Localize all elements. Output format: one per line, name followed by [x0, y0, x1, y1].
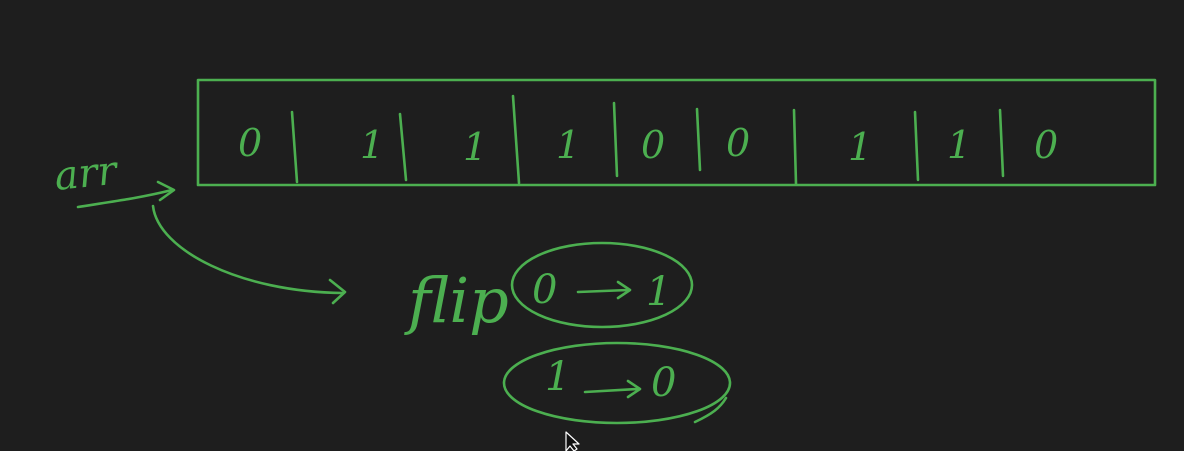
- divider: [998, 108, 1005, 178]
- array-cell-value: 0: [1034, 123, 1058, 167]
- divider: [695, 107, 702, 172]
- array-cell-value: 0: [726, 121, 750, 165]
- mouse-cursor-icon: [565, 431, 580, 451]
- array-label: arr: [52, 147, 121, 200]
- flip-label: flip: [404, 264, 509, 337]
- divider: [612, 101, 619, 178]
- flip-to-value: 1: [646, 269, 671, 315]
- flip-rule-one-to-zero: 1 0: [502, 341, 732, 425]
- flip-from-value: 1: [545, 354, 570, 400]
- rule-ellipse: [502, 341, 732, 425]
- array-cell-value: 1: [556, 123, 580, 167]
- array-cell-value: 0: [641, 123, 665, 167]
- flip-arrow: [583, 387, 640, 394]
- array-cell-value: 0: [238, 121, 262, 165]
- whiteboard-canvas: 0 1 1 1 0 0 1 1 0 arr flip 0 1 1 0: [52, 78, 1157, 451]
- divider: [913, 110, 920, 182]
- array-cell-value: 1: [360, 123, 384, 167]
- flip-from-value: 0: [532, 267, 557, 313]
- array-cell-value: 1: [947, 123, 971, 167]
- array-cell-value: 1: [848, 125, 872, 169]
- array-cell-value: 1: [463, 125, 487, 169]
- divider: [398, 112, 408, 182]
- divider: [511, 94, 521, 185]
- flip-to-value: 0: [651, 360, 676, 406]
- curved-arrow: [151, 204, 345, 295]
- array-box: [196, 78, 1157, 187]
- array-cells: 0 1 1 1 0 0 1 1 0: [238, 121, 1058, 169]
- flip-arrow: [576, 288, 630, 294]
- divider: [792, 108, 798, 186]
- divider: [290, 110, 299, 184]
- flip-rule-zero-to-one: 0 1: [510, 241, 694, 329]
